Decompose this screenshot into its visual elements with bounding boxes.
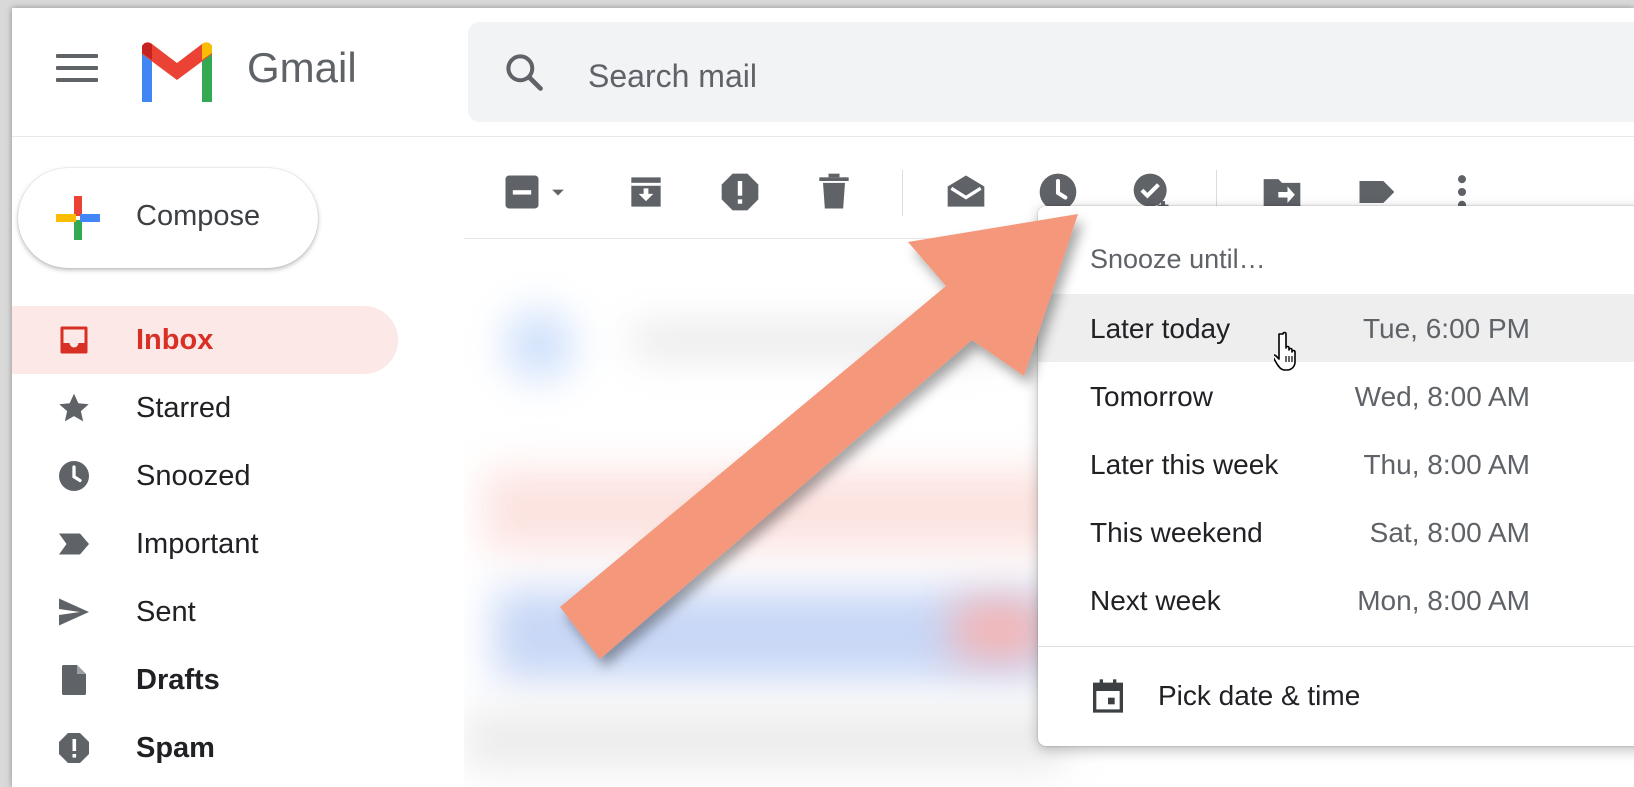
search-input[interactable]: Search mail — [588, 58, 757, 95]
pick-date-time-label: Pick date & time — [1158, 680, 1361, 711]
clock-icon — [59, 461, 89, 491]
snooze-option-label: Later today — [1090, 313, 1231, 344]
snooze-menu-title: Snooze until… — [1090, 244, 1266, 274]
snooze-option-time: Wed, 8:00 AM — [1354, 381, 1530, 412]
report-spam-icon[interactable] — [718, 170, 762, 214]
calendar-icon — [1093, 679, 1123, 713]
snooze-option-label: This weekend — [1090, 517, 1263, 548]
select-dropdown-icon[interactable] — [544, 170, 572, 214]
sidebar-item-label: Spam — [136, 732, 215, 764]
sidebar-item-sent[interactable]: Sent — [12, 578, 398, 646]
send-icon — [59, 598, 89, 626]
compose-label: Compose — [136, 200, 261, 232]
snooze-option-label: Tomorrow — [1090, 381, 1213, 412]
sidebar-item-snoozed[interactable]: Snoozed — [12, 442, 398, 510]
snooze-option-time: Tue, 6:00 PM — [1362, 313, 1530, 344]
sidebar-item-label: Important — [136, 528, 259, 560]
snooze-option-time: Sat, 8:00 AM — [1369, 517, 1530, 548]
important-icon — [59, 533, 89, 555]
archive-icon[interactable] — [624, 170, 668, 214]
compose-button[interactable]: Compose — [18, 168, 318, 268]
draft-icon — [62, 665, 86, 695]
snooze-option-time: Thu, 8:00 AM — [1363, 449, 1530, 480]
compose-plus-icon — [56, 196, 100, 240]
gmail-logo-icon[interactable] — [138, 40, 216, 102]
star-icon — [59, 393, 89, 422]
menu-divider — [1038, 646, 1634, 647]
snooze-option-this-weekend[interactable]: This weekend Sat, 8:00 AM — [1038, 498, 1634, 566]
pick-date-time-option[interactable]: Pick date & time — [1038, 658, 1634, 732]
sidebar-item-important[interactable]: Important — [12, 510, 398, 578]
snooze-option-tomorrow[interactable]: Tomorrow Wed, 8:00 AM — [1038, 362, 1634, 430]
sidebar-item-starred[interactable]: Starred — [12, 374, 398, 442]
sidebar-item-spam[interactable]: Spam — [12, 714, 398, 782]
hand-pointer-cursor-icon — [1274, 331, 1296, 371]
sidebar-item-label: Drafts — [136, 664, 220, 696]
top-bar: Gmail Search mail — [12, 8, 1634, 137]
search-icon[interactable] — [502, 50, 546, 94]
app-title: Gmail — [247, 44, 357, 91]
snooze-menu: Snooze until… Later today Tue, 6:00 PM T… — [1038, 206, 1634, 746]
gmail-window: Gmail Search mail Compose Inbox Starred — [12, 8, 1634, 787]
snooze-option-later-today[interactable]: Later today Tue, 6:00 PM — [1038, 294, 1634, 362]
spam-icon — [59, 733, 89, 763]
sidebar-item-label: Snoozed — [136, 460, 251, 492]
hamburger-menu-icon[interactable] — [56, 54, 98, 88]
toolbar-divider — [902, 170, 903, 216]
snooze-option-next-week[interactable]: Next week Mon, 8:00 AM — [1038, 566, 1634, 634]
inbox-icon — [60, 326, 88, 354]
sidebar-item-drafts[interactable]: Drafts — [12, 646, 398, 714]
snooze-option-later-this-week[interactable]: Later this week Thu, 8:00 AM — [1038, 430, 1634, 498]
search-bar[interactable]: Search mail — [468, 22, 1634, 122]
snooze-option-label: Later this week — [1090, 449, 1279, 480]
sidebar-item-label: Starred — [136, 392, 232, 424]
sidebar-item-label: Inbox — [136, 324, 214, 356]
sidebar-item-inbox[interactable]: Inbox — [12, 306, 398, 374]
delete-icon[interactable] — [812, 170, 856, 214]
snooze-option-label: Next week — [1090, 585, 1221, 616]
sidebar-item-label: Sent — [136, 596, 196, 628]
select-checkbox-icon[interactable] — [500, 170, 544, 214]
mark-as-read-icon[interactable] — [944, 170, 988, 214]
snooze-option-time: Mon, 8:00 AM — [1357, 585, 1530, 616]
